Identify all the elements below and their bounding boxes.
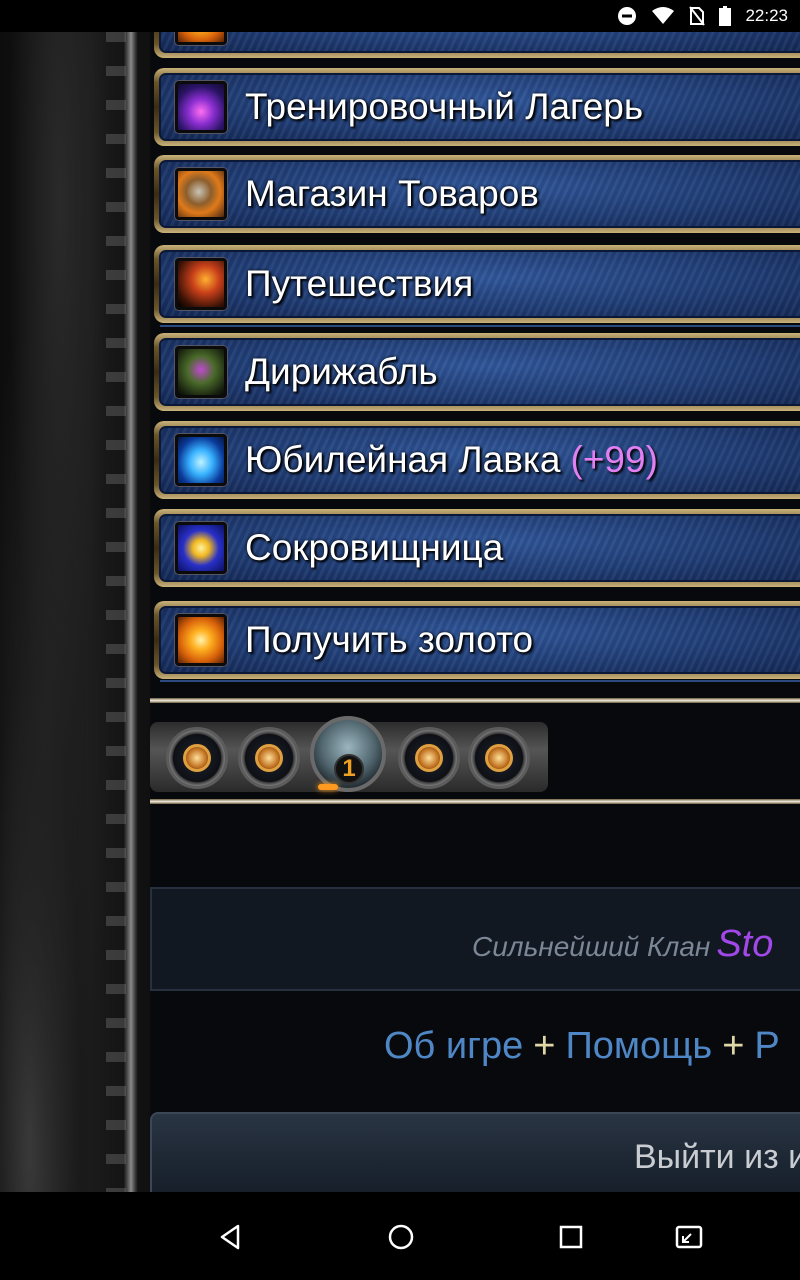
armor-emblem-icon (485, 744, 513, 772)
main-content[interactable]: Тренировочный Лагерь Магазин Товаров Пут… (150, 32, 800, 1192)
menu-item-treasury[interactable]: Сокровищница (154, 509, 800, 587)
menu-item-training-camp[interactable]: Тренировочный Лагерь (154, 68, 800, 146)
status-icons: 22:23 (617, 0, 788, 32)
training-camp-icon (175, 81, 227, 133)
logout-label: Выйти из и (634, 1138, 800, 1176)
armor-emblem-button[interactable] (468, 727, 530, 789)
status-time: 22:23 (745, 6, 788, 25)
travel-icon (175, 258, 227, 310)
about-game-link[interactable]: Об игре (384, 1025, 523, 1067)
emblem-bar-bottom-rule (150, 799, 800, 804)
no-sim-icon (689, 6, 706, 26)
divider (160, 325, 800, 327)
menu-item-label: Сокровищница (245, 527, 504, 568)
decorative-border (106, 32, 138, 1192)
menu-item-airship[interactable]: Дирижабль (154, 333, 800, 411)
menu-item-label: Дирижабль (245, 351, 438, 392)
compass-emblem-button[interactable] (166, 727, 228, 789)
menu-item-label: Получить золото (245, 619, 534, 660)
menu-item-partial[interactable] (154, 32, 800, 58)
recents-icon[interactable] (556, 1222, 586, 1252)
battery-icon (719, 6, 732, 26)
menu-item-get-gold[interactable]: Получить золото (154, 601, 800, 679)
treasury-icon (175, 522, 227, 574)
resize-icon[interactable] (674, 1222, 704, 1252)
separator: + (533, 1025, 556, 1067)
compass-emblem-icon (183, 744, 211, 772)
divider (160, 680, 800, 682)
emblem-bar-top-rule (150, 698, 800, 703)
portrait-emblem-button[interactable]: 1 (310, 716, 386, 792)
airship-icon (175, 346, 227, 398)
notification-count: 1 (334, 754, 364, 784)
home-icon[interactable] (386, 1222, 416, 1252)
strongest-clan-label: Сильнейший Клан (472, 931, 711, 962)
menu-item-label: Тренировочный Лагерь (245, 86, 644, 127)
menu-item-icon (175, 32, 227, 45)
castle-emblem-icon (255, 744, 283, 772)
gold-icon (175, 614, 227, 666)
back-icon[interactable] (216, 1222, 246, 1252)
menu-item-label: Юбилейная Лавка (245, 439, 561, 480)
goods-shop-icon (175, 168, 227, 220)
separator: + (722, 1025, 745, 1067)
logout-button[interactable]: Выйти из и (150, 1112, 800, 1192)
menu-item-jubilee-shop[interactable]: Юбилейная Лавка (+99) (154, 421, 800, 499)
shield-emblem-button[interactable] (398, 727, 460, 789)
shield-emblem-icon (415, 744, 443, 772)
strongest-clan-box: Сильнейший Клан Sto (150, 887, 800, 991)
castle-emblem-button[interactable] (238, 727, 300, 789)
menu-item-label: Путешествия (245, 263, 474, 304)
wifi-icon (652, 7, 675, 24)
clan-name-link[interactable]: Sto (716, 923, 773, 965)
do-not-disturb-icon (618, 7, 637, 25)
footer-links: Об игре + Помощь + Р (384, 1025, 780, 1068)
jubilee-shop-icon (175, 434, 227, 486)
footer-link-partial[interactable]: Р (754, 1025, 779, 1067)
menu-item-travel[interactable]: Путешествия (154, 245, 800, 323)
menu-item-goods-shop[interactable]: Магазин Товаров (154, 155, 800, 233)
menu-item-label: Магазин Товаров (245, 173, 539, 214)
navigation-bar (0, 1192, 800, 1280)
status-bar: 22:23 (0, 0, 800, 32)
help-link[interactable]: Помощь (565, 1025, 712, 1067)
spark-indicator (318, 784, 338, 790)
menu-item-badge: (+99) (570, 439, 658, 480)
